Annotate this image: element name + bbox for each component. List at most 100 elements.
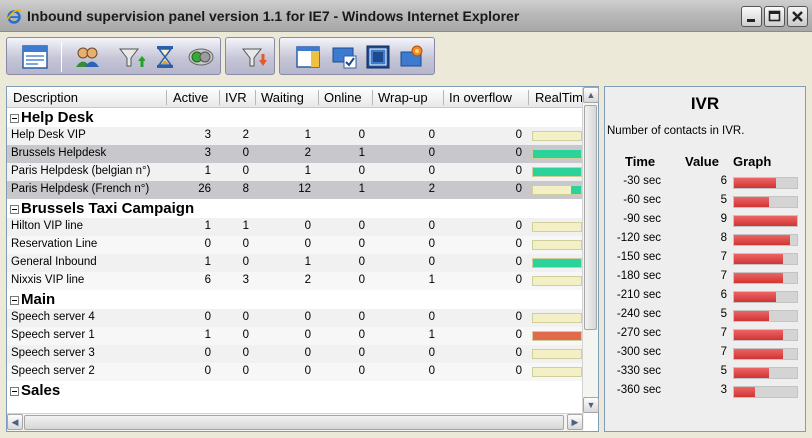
windows-button[interactable] xyxy=(364,43,392,71)
table-row[interactable]: Brussels Helpdesk 3 0 2 1 0 0 xyxy=(7,145,582,163)
group-header[interactable]: Sales xyxy=(7,382,582,400)
realtime-bar xyxy=(532,367,582,377)
filter-up-button[interactable] xyxy=(117,43,146,71)
horizontal-scrollbar[interactable]: ◀ ▶ xyxy=(7,413,584,431)
toolbar-left xyxy=(6,37,221,75)
filter-down-icon xyxy=(241,48,267,67)
collapse-icon[interactable] xyxy=(10,114,19,123)
scroll-up-button[interactable]: ▲ xyxy=(583,87,599,103)
maximize-button[interactable] xyxy=(764,6,785,27)
ivr-cell: 0 xyxy=(242,165,249,177)
table-row[interactable]: Help Desk VIP 3 2 1 0 0 0 xyxy=(7,127,582,145)
vertical-scroll-thumb[interactable] xyxy=(584,105,597,330)
ivr-row: -60 sec 5 xyxy=(605,192,805,211)
ivr-time: -210 sec xyxy=(616,289,661,301)
scroll-down-button[interactable]: ▼ xyxy=(583,397,599,413)
group-header[interactable]: Help Desk xyxy=(7,109,582,127)
ivr-graph-fill xyxy=(734,273,783,283)
waiting-cell: 2 xyxy=(304,274,311,286)
toggle-icon xyxy=(188,48,214,66)
ie-logo-icon xyxy=(6,9,22,24)
online-cell: 0 xyxy=(358,238,365,250)
waiting-cell: 0 xyxy=(304,311,311,323)
table-row[interactable]: Speech server 4 0 0 0 0 0 0 xyxy=(7,309,582,327)
ivr-graph-fill xyxy=(734,292,776,302)
realtime-bar-fill xyxy=(533,332,581,340)
ivr-value: 8 xyxy=(720,232,727,244)
check-monitor-button[interactable] xyxy=(330,43,358,71)
ivr-value: 5 xyxy=(720,194,727,206)
toggle-button[interactable] xyxy=(187,43,215,71)
hourglass-button[interactable] xyxy=(151,43,179,71)
table-row[interactable]: Paris Helpdesk (French n°) 26 8 12 1 2 0 xyxy=(7,181,582,199)
panel-view-button[interactable] xyxy=(21,43,49,71)
realtime-bar xyxy=(532,222,582,232)
scroll-right-button[interactable]: ▶ xyxy=(567,414,583,430)
ivr-row: -270 sec 7 xyxy=(605,325,805,344)
ivr-cell: 1 xyxy=(242,220,249,232)
ivr-graph-bar xyxy=(733,196,798,208)
column-realtime[interactable]: RealTim xyxy=(535,90,582,105)
group-header[interactable]: Brussels Taxi Campaign xyxy=(7,200,582,218)
table-row[interactable]: Nixxis VIP line 6 3 2 0 1 0 xyxy=(7,272,582,290)
online-cell: 1 xyxy=(358,183,365,195)
ivr-graph-bar xyxy=(733,253,798,265)
ivr-cell: 8 xyxy=(242,183,249,195)
ivr-graph-bar xyxy=(733,234,798,246)
column-ivr[interactable]: IVR xyxy=(225,90,247,105)
waiting-cell: 12 xyxy=(298,183,311,195)
wrapup-cell: 0 xyxy=(428,220,435,232)
column-divider xyxy=(255,90,256,105)
collapse-icon[interactable] xyxy=(10,205,19,214)
collapse-icon[interactable] xyxy=(10,387,19,396)
group-name: Brussels Taxi Campaign xyxy=(21,200,195,217)
realtime-bar xyxy=(532,258,582,268)
minimize-button[interactable] xyxy=(741,6,762,27)
ivr-value: 5 xyxy=(720,308,727,320)
description-cell: General Inbound xyxy=(11,256,97,268)
vertical-scrollbar[interactable]: ▲ ▼ xyxy=(582,87,599,413)
column-waiting[interactable]: Waiting xyxy=(261,90,304,105)
column-wrapup[interactable]: Wrap-up xyxy=(378,90,428,105)
ivr-value: 7 xyxy=(720,270,727,282)
table-row[interactable]: Speech server 1 1 0 0 0 1 0 xyxy=(7,327,582,345)
grid-body: Help Desk Help Desk VIP 3 2 1 0 0 0 Brussels Hel… xyxy=(7,109,582,413)
table-row[interactable]: General Inbound 1 0 1 0 0 0 xyxy=(7,254,582,272)
layout-button[interactable] xyxy=(294,43,322,71)
ivr-row: -300 sec 7 xyxy=(605,344,805,363)
realtime-bar-fill xyxy=(571,186,581,194)
close-button[interactable] xyxy=(787,6,808,27)
waiting-cell: 0 xyxy=(304,238,311,250)
column-active[interactable]: Active xyxy=(173,90,208,105)
agents-icon xyxy=(76,47,99,67)
ivr-graph-bar xyxy=(733,272,798,284)
ivr-graph-bar xyxy=(733,215,798,227)
collapse-icon[interactable] xyxy=(10,296,19,305)
wrapup-cell: 0 xyxy=(428,256,435,268)
ivr-row: -90 sec 9 xyxy=(605,211,805,230)
table-row[interactable]: Speech server 2 0 0 0 0 0 0 xyxy=(7,363,582,381)
settings-button[interactable] xyxy=(398,43,426,71)
table-row[interactable]: Paris Helpdesk (belgian n°) 1 0 1 0 0 0 xyxy=(7,163,582,181)
column-divider xyxy=(219,90,220,105)
column-divider xyxy=(166,90,167,105)
description-cell: Brussels Helpdesk xyxy=(11,147,107,159)
overflow-cell: 0 xyxy=(515,256,522,268)
group-header[interactable]: Main xyxy=(7,291,582,309)
ivr-row: -330 sec 5 xyxy=(605,363,805,382)
table-row[interactable]: Hilton VIP line 1 1 0 0 0 0 xyxy=(7,218,582,236)
panel-view-icon xyxy=(22,45,48,69)
table-row[interactable]: Speech server 3 0 0 0 0 0 0 xyxy=(7,345,582,363)
active-cell: 3 xyxy=(204,129,211,141)
table-row[interactable]: Reservation Line 0 0 0 0 0 0 xyxy=(7,236,582,254)
waiting-cell: 0 xyxy=(304,365,311,377)
scroll-left-button[interactable]: ◀ xyxy=(7,414,23,430)
column-in-overflow[interactable]: In overflow xyxy=(449,90,512,105)
agents-button[interactable] xyxy=(73,43,101,71)
column-online[interactable]: Online xyxy=(324,90,362,105)
column-description[interactable]: Description xyxy=(13,90,78,105)
ivr-value: 7 xyxy=(720,251,727,263)
horizontal-scroll-thumb[interactable] xyxy=(24,415,564,430)
check-monitor-icon xyxy=(332,47,357,69)
filter-down-button[interactable] xyxy=(240,43,268,71)
